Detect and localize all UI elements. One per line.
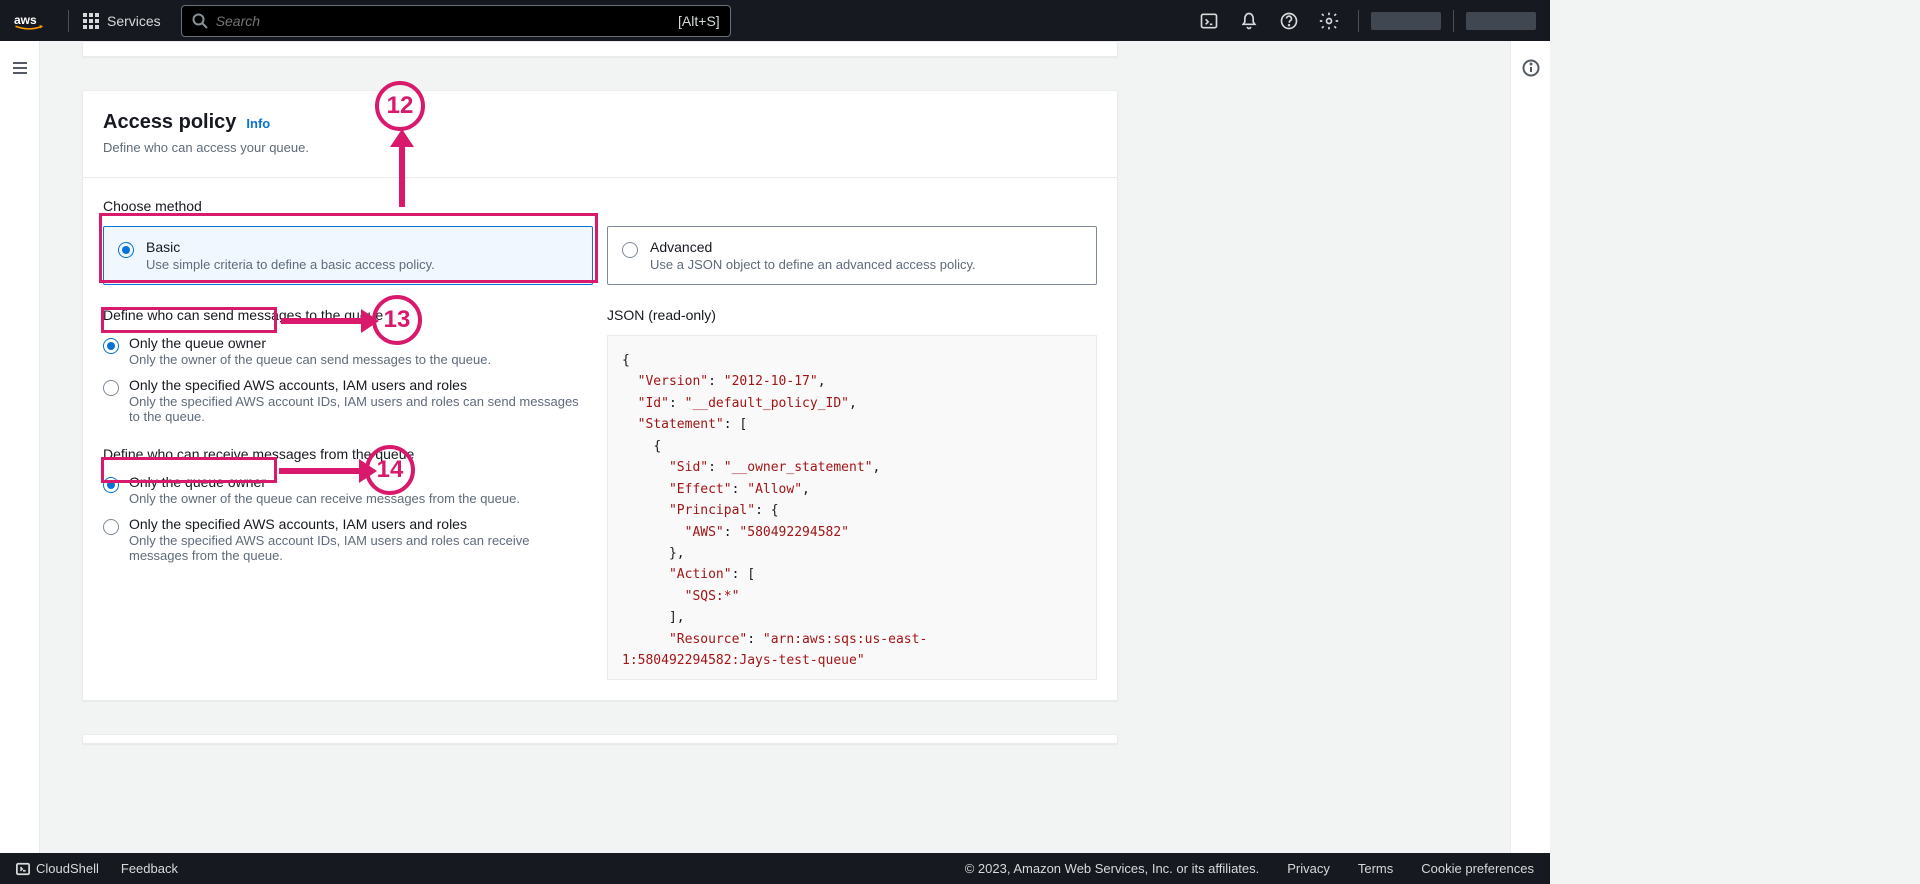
services-label: Services	[107, 13, 161, 29]
info-icon	[1522, 59, 1540, 77]
help-icon[interactable]	[1272, 4, 1306, 38]
json-label: JSON (read-only)	[607, 307, 1097, 323]
tile-advanced-title: Advanced	[650, 239, 976, 255]
radio-icon	[103, 380, 119, 396]
tile-basic-desc: Use simple criteria to define a basic ac…	[146, 257, 435, 272]
search-input[interactable]	[216, 13, 678, 29]
divider	[1453, 10, 1454, 32]
grid-icon	[83, 13, 99, 29]
annotation-12: 12	[375, 81, 425, 131]
radio-icon	[118, 242, 134, 258]
global-header: aws Services [Alt+S]	[0, 0, 1550, 41]
divider	[68, 10, 69, 32]
notifications-icon[interactable]	[1232, 4, 1266, 38]
hamburger-icon	[11, 59, 29, 77]
divider	[83, 177, 1117, 178]
next-panel-stub	[82, 734, 1118, 744]
privacy-link[interactable]: Privacy	[1287, 861, 1330, 876]
annotation-arrow-13	[281, 309, 379, 333]
cloudshell-button[interactable]: CloudShell	[16, 861, 99, 876]
send-specified-radio[interactable]: Only the specified AWS accounts, IAM use…	[103, 377, 593, 424]
receive-specified-title: Only the specified AWS accounts, IAM use…	[129, 516, 593, 532]
json-readonly-box[interactable]: { "Version": "2012-10-17", "Id": "__defa…	[607, 335, 1097, 680]
previous-panel-stub	[82, 41, 1118, 57]
radio-icon	[103, 338, 119, 354]
radio-icon	[103, 477, 119, 493]
receive-owner-desc: Only the owner of the queue can receive …	[129, 491, 526, 506]
tile-advanced-desc: Use a JSON object to define an advanced …	[650, 257, 976, 272]
send-specified-title: Only the specified AWS accounts, IAM use…	[129, 377, 593, 393]
send-owner-desc: Only the owner of the queue can send mes…	[129, 352, 497, 367]
terms-link[interactable]: Terms	[1358, 861, 1393, 876]
method-tiles: Basic Use simple criteria to define a ba…	[103, 226, 1097, 285]
send-owner-radio[interactable]: Only the queue owner Only the owner of t…	[103, 335, 593, 367]
feedback-link[interactable]: Feedback	[121, 861, 178, 876]
annotation-arrow-14	[279, 459, 377, 483]
info-link[interactable]: Info	[246, 116, 270, 131]
radio-icon	[622, 242, 638, 258]
cloudshell-icon	[16, 862, 30, 876]
tile-basic[interactable]: Basic Use simple criteria to define a ba…	[103, 226, 593, 285]
receive-specified-radio[interactable]: Only the specified AWS accounts, IAM use…	[103, 516, 593, 563]
tile-basic-title: Basic	[146, 239, 435, 255]
cloudshell-icon[interactable]	[1192, 4, 1226, 38]
cookie-preferences-link[interactable]: Cookie preferences	[1421, 861, 1534, 876]
radio-icon	[103, 519, 119, 535]
account-menu[interactable]	[1466, 12, 1536, 30]
annotation-13: 13	[372, 295, 422, 345]
annotation-arrow-12	[390, 129, 414, 207]
main-content: 12 13 14 Access policy Info Define who c…	[40, 41, 1510, 853]
panel-title: Access policy	[103, 111, 236, 134]
global-footer: CloudShell Feedback © 2023, Amazon Web S…	[0, 853, 1550, 884]
tile-advanced[interactable]: Advanced Use a JSON object to define an …	[607, 226, 1097, 285]
search-box[interactable]: [Alt+S]	[181, 5, 731, 37]
panel-description: Define who can access your queue.	[103, 140, 1097, 155]
settings-icon[interactable]	[1312, 4, 1346, 38]
region-selector[interactable]	[1371, 12, 1441, 30]
copyright: © 2023, Amazon Web Services, Inc. or its…	[965, 861, 1260, 876]
receive-specified-desc: Only the specified AWS account IDs, IAM …	[129, 533, 593, 563]
services-menu[interactable]: Services	[75, 13, 169, 29]
cloudshell-label: CloudShell	[36, 861, 99, 876]
annotation-14: 14	[365, 445, 415, 495]
svg-text:aws: aws	[14, 13, 37, 27]
send-specified-desc: Only the specified AWS account IDs, IAM …	[129, 394, 593, 424]
choose-method-label: Choose method	[103, 198, 1097, 214]
left-nav-toggle[interactable]	[0, 41, 40, 853]
search-shortcut: [Alt+S]	[678, 13, 720, 29]
divider	[1358, 10, 1359, 32]
aws-logo[interactable]: aws	[14, 12, 44, 30]
help-panel-toggle[interactable]	[1510, 41, 1550, 853]
access-policy-panel: 12 13 14 Access policy Info Define who c…	[82, 90, 1118, 701]
send-owner-title: Only the queue owner	[129, 335, 497, 351]
header-right	[1192, 4, 1536, 38]
search-icon	[192, 13, 208, 29]
